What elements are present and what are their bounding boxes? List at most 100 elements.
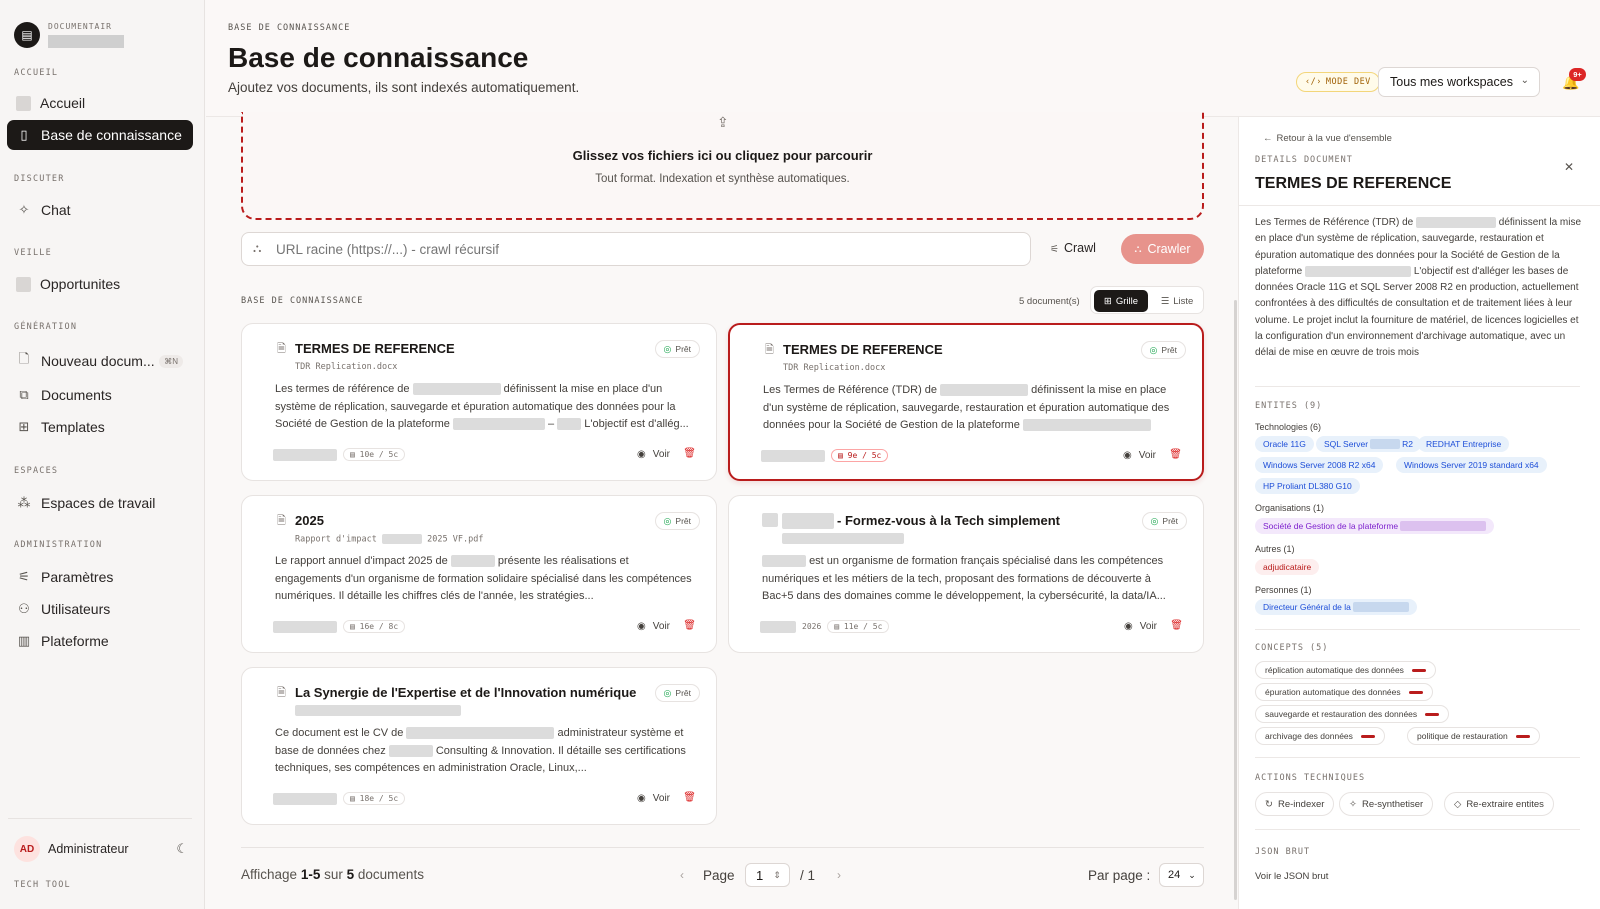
sliders-icon: ⚟	[18, 569, 30, 584]
sidebar-item-espaces-de-travail[interactable]: ⁂ Espaces de travail	[7, 488, 193, 518]
crawl-settings-button[interactable]: ⚟ Crawl	[1050, 241, 1096, 255]
document-card-selected[interactable]: 🗎 TERMES DE REFERENCE TDR Replication.do…	[728, 323, 1204, 481]
view-raw-json-link[interactable]: Voir le JSON brut	[1255, 871, 1328, 882]
sidebar-item-label: Paramètres	[41, 569, 114, 585]
trash-icon[interactable]: 🗑	[683, 792, 696, 803]
chevron-right-icon[interactable]: ›	[837, 868, 841, 882]
entity-tag[interactable]: Directeur Général de la	[1255, 599, 1417, 615]
sidebar-item-base-de-connaissance[interactable]: ▯ Base de connaissance	[7, 120, 193, 150]
view-grid-button[interactable]: ⊞ Grille	[1094, 290, 1148, 312]
status-badge: ◎ Prêt	[654, 512, 700, 530]
document-card[interactable]: 🗎 TERMES DE REFERENCE TDR Replication.do…	[241, 323, 717, 481]
trash-icon[interactable]: 🗑	[683, 448, 696, 459]
entity-tag[interactable]: Windows Server 2008 R2 x64	[1255, 457, 1384, 473]
redacted-text	[412, 383, 501, 396]
divider	[1255, 629, 1580, 630]
document-card[interactable]: - Formez-vous à la Tech simplement ◎ Prêt…	[728, 495, 1204, 653]
back-to-overview-link[interactable]: ← Retour à la vue d'ensemble	[1263, 133, 1392, 144]
view-list-button[interactable]: ☰ Liste	[1153, 290, 1201, 312]
dropzone-subtitle: Tout format. Indexation et synthèse auto…	[595, 173, 850, 185]
users-icon: ⚇	[18, 601, 30, 616]
reextract-entities-button[interactable]: ◇ Re-extraire entites	[1444, 792, 1554, 816]
sidebar-item-chat[interactable]: ✧ Chat	[7, 195, 193, 225]
home-icon	[16, 95, 31, 111]
concept-chip[interactable]: réplication automatique des données	[1255, 661, 1436, 679]
sidebar-item-utilisateurs[interactable]: ⚇ Utilisateurs	[7, 594, 193, 624]
view-button[interactable]: ◉ Voir	[637, 449, 670, 460]
sidebar-item-documents[interactable]: ⧉ Documents	[7, 380, 193, 410]
chevron-left-icon[interactable]: ‹	[680, 868, 684, 882]
view-grid-label: Grille	[1115, 295, 1139, 307]
view-label: Voir	[652, 621, 670, 632]
card-filename: TDR Replication.docx	[783, 363, 886, 373]
sparkle-icon: ✧	[18, 202, 30, 217]
entity-tag[interactable]: Oracle 11G	[1255, 436, 1314, 452]
entity-tag[interactable]: HP Proliant DL380 G10	[1255, 478, 1360, 494]
file-dropzone[interactable]: ⇪ Glissez vos fichiers ici ou cliquez po…	[241, 112, 1204, 220]
crawler-button[interactable]: ⛬ Crawler	[1121, 234, 1204, 264]
moon-icon[interactable]: ☾	[176, 841, 188, 857]
entity-count-chip: ▤ 16e / 8c	[343, 620, 406, 633]
filename-part: 2025 VF.pdf	[427, 534, 484, 545]
view-button[interactable]: ◉ Voir	[637, 621, 670, 632]
concept-chip[interactable]: politique de restauration	[1407, 727, 1540, 745]
mode-dev-badge[interactable]: ‹/› MODE DEV	[1296, 72, 1380, 92]
book-icon: ▯	[20, 127, 28, 142]
grid-icon: ⊞	[1103, 295, 1112, 307]
entity-tag[interactable]: adjudicataire	[1255, 559, 1320, 575]
page-label: Page	[703, 868, 735, 883]
reindex-button[interactable]: ↻ Re-indexer	[1255, 792, 1335, 816]
divider	[1255, 829, 1580, 830]
sidebar-item-nouveau-document[interactable]: 🗋 Nouveau docum... ⌘N	[7, 346, 193, 376]
network-icon: ⛬	[253, 241, 262, 255]
summary-part: sur	[324, 867, 343, 882]
close-icon[interactable]: ✕	[1564, 160, 1574, 174]
concept-chip[interactable]: archivage des données	[1255, 727, 1385, 745]
entity-count-chip: ▤ 9e / 5c	[831, 449, 889, 462]
check-circle-icon: ◎	[663, 343, 672, 354]
entity-tag[interactable]: REDHAT Entreprise	[1418, 436, 1510, 452]
document-card[interactable]: 🗎 La Synergie de l'Expertise et de l'Inn…	[241, 667, 717, 825]
concept-chip[interactable]: sauvegarde et restauration des données	[1255, 705, 1450, 723]
per-page-select[interactable]: 24 ⌄	[1159, 863, 1204, 887]
page-title: Base de connaissance	[228, 42, 529, 73]
entity-tag[interactable]: Société de Gestion de la plateforme	[1255, 518, 1495, 534]
crawl-url-input[interactable]	[241, 232, 1031, 266]
status-badge: ◎ Prêt	[1141, 512, 1187, 530]
sidebar-item-parametres[interactable]: ⚟ Paramètres	[7, 562, 193, 592]
document-logo-icon: ▤	[14, 22, 40, 48]
concept-label: politique de restauration	[1417, 731, 1508, 741]
details-description: Les Termes de Référence (TDR) de définis…	[1255, 215, 1585, 362]
entity-tag[interactable]: Windows Server 2019 standard x64	[1396, 457, 1547, 473]
workspace-select[interactable]: Tous mes workspaces ⌄	[1378, 67, 1540, 97]
brand-name-redacted	[48, 35, 124, 48]
divider	[1255, 757, 1580, 758]
filename-part: Rapport d'impact	[295, 534, 377, 545]
sidebar-item-plateforme[interactable]: ▥ Plateforme	[7, 626, 193, 656]
view-list-label: Liste	[1173, 295, 1194, 307]
entity-tag[interactable]: SQL Server R2	[1316, 436, 1421, 452]
user-profile[interactable]: AD Administrateur ☾	[14, 836, 192, 862]
divider	[1239, 205, 1600, 206]
details-section-label: DETAILS DOCUMENT	[1255, 155, 1353, 165]
list-section-label: BASE DE CONNAISSANCE	[241, 296, 364, 306]
view-button[interactable]: ◉ Voir	[1123, 450, 1156, 461]
resynthesize-button[interactable]: ✧ Re-synthetiser	[1339, 792, 1434, 816]
redacted-text	[388, 744, 433, 757]
scrollbar[interactable]	[1234, 300, 1237, 900]
nav-section-generation: GÉNÉRATION	[14, 322, 78, 332]
trash-icon[interactable]: 🗑	[1169, 449, 1182, 460]
sidebar-item-opportunites[interactable]: Opportunites	[7, 269, 193, 299]
view-button[interactable]: ◉ Voir	[637, 793, 670, 804]
brand[interactable]: ▤ DOCUMENTAIR	[14, 22, 124, 48]
sidebar-item-accueil[interactable]: Accueil	[7, 88, 193, 118]
trash-icon[interactable]: 🗑	[1170, 620, 1183, 631]
trash-icon[interactable]: 🗑	[683, 620, 696, 631]
document-card[interactable]: 🗎 2025 Rapport d'impact 2025 VF.pdf ◎ Prê…	[241, 495, 717, 653]
page-number-input[interactable]: 1 ⇕	[745, 863, 790, 887]
view-button[interactable]: ◉ Voir	[1124, 621, 1157, 632]
entities-section-label: ENTITES (9)	[1255, 401, 1323, 411]
sidebar-item-templates[interactable]: ⊞ Templates	[7, 412, 193, 442]
concept-chip[interactable]: épuration automatique des données	[1255, 683, 1433, 701]
document-details-panel: ← Retour à la vue d'ensemble DETAILS DOCU…	[1238, 117, 1600, 909]
